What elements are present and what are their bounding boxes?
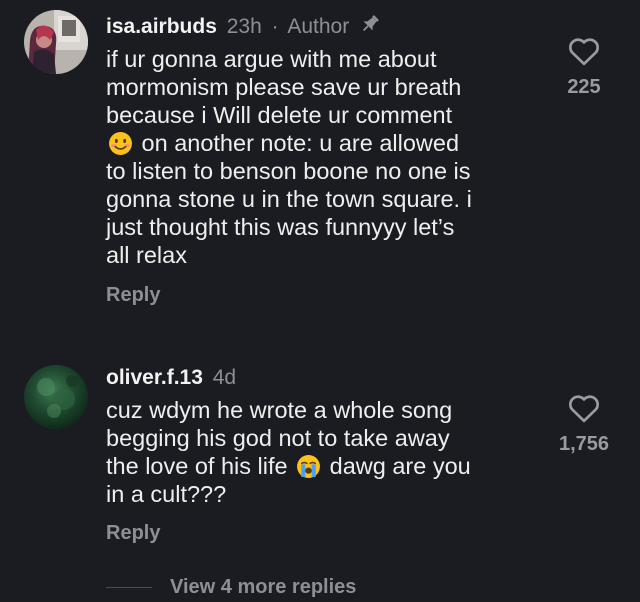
pin-icon (359, 13, 381, 41)
view-more-replies-label[interactable]: View 4 more replies (170, 576, 356, 599)
smiling-face-emoji (108, 131, 133, 156)
comment-line: if ur gonna argue with me about (106, 46, 437, 72)
comment-text: cuz wdym he wrote a whole song begging h… (106, 396, 526, 508)
comment-meta: oliver.f.13 4d (106, 366, 236, 390)
comment-text: if ur gonna argue with me about mormonis… (106, 45, 526, 269)
reply-button[interactable]: Reply (106, 284, 160, 307)
reply-button[interactable]: Reply (106, 522, 160, 545)
comment-line: cuz wdym he wrote a whole song (106, 397, 453, 423)
like-count: 225 (567, 76, 601, 98)
comment-line: dawg are you (329, 453, 471, 479)
author-badge: Author (287, 15, 350, 38)
comment-line-with-emoji: on another note: u are allowed (106, 129, 526, 157)
avatar[interactable] (24, 365, 88, 429)
divider (106, 586, 152, 588)
comment-line: just thought this was funnyyy let’s (106, 214, 455, 240)
comment-line: mormonism please save ur breath (106, 74, 462, 100)
avatar[interactable] (24, 10, 88, 74)
like-count: 1,756 (558, 433, 610, 455)
comment-line: on another note: u are allowed (141, 130, 460, 156)
comment-line: all relax (106, 242, 187, 268)
username[interactable]: isa.airbuds (106, 15, 217, 38)
comment-line-with-emoji: the love of his life dawg are you (106, 452, 526, 480)
heart-outline-icon[interactable] (544, 35, 624, 66)
comment-line: the love of his life (106, 453, 288, 479)
comment-line: gonna stone u in the town square. i (106, 186, 472, 212)
comment-line: begging his god not to take away (106, 425, 450, 451)
comment-line: because i Will delete ur comment (106, 102, 453, 128)
heart-outline-icon[interactable] (544, 392, 624, 423)
comment-line: to listen to benson boone no one is (106, 158, 471, 184)
loudly-crying-face-emoji (296, 454, 321, 479)
separator: · (271, 15, 279, 38)
like-control: 1,756 (544, 392, 624, 456)
comment-meta: isa.airbuds 23h · Author (106, 13, 381, 41)
username[interactable]: oliver.f.13 (106, 366, 203, 389)
view-more-replies[interactable]: View 4 more replies (106, 572, 356, 602)
like-control: 225 (544, 35, 624, 99)
comment-line: in a cult??? (106, 481, 227, 507)
timestamp: 4d (212, 366, 237, 389)
timestamp: 23h (226, 15, 262, 38)
